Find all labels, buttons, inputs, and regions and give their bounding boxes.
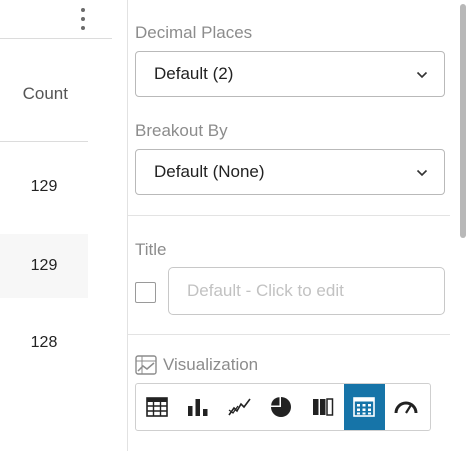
viz-stacked-bar-button[interactable]	[302, 384, 344, 430]
results-table: Count 129 129 128	[0, 0, 112, 451]
line-chart-icon	[228, 398, 251, 416]
title-checkbox[interactable]	[135, 282, 156, 303]
table-cell: 129	[30, 178, 58, 195]
viz-gauge-button[interactable]	[385, 384, 427, 430]
pie-chart-icon	[271, 397, 292, 417]
chevron-down-icon	[416, 71, 428, 79]
viz-table-button[interactable]	[136, 384, 178, 430]
table-cell: 129	[0, 234, 88, 298]
title-input[interactable]	[168, 267, 445, 315]
visualization-header: Visualization	[135, 355, 258, 375]
visualization-picker	[135, 383, 431, 431]
bar-chart-icon	[188, 399, 208, 416]
header-divider	[0, 141, 88, 142]
column-header-count[interactable]: Count	[0, 84, 88, 104]
chevron-down-icon	[416, 169, 428, 177]
decimal-places-value: Default (2)	[154, 64, 234, 83]
viz-bar-button[interactable]	[178, 384, 220, 430]
viz-pie-button[interactable]	[261, 384, 303, 430]
section-divider	[128, 215, 450, 216]
section-divider	[128, 334, 450, 335]
panel-scrollbar-thumb[interactable]	[460, 4, 466, 238]
gauge-icon	[394, 401, 418, 414]
breakout-by-label: Breakout By	[135, 121, 228, 140]
decimal-places-select[interactable]: Default (2)	[135, 51, 445, 97]
breakout-by-select[interactable]: Default (None)	[135, 149, 445, 195]
pivot-grid-icon	[353, 397, 376, 417]
stacked-bar-icon	[312, 398, 333, 416]
title-label: Title	[135, 240, 167, 259]
decimal-places-label: Decimal Places	[135, 23, 253, 42]
more-options-icon[interactable]	[78, 8, 88, 30]
viz-line-button[interactable]	[219, 384, 261, 430]
viz-grid-button[interactable]	[343, 384, 385, 430]
table-icon	[145, 397, 168, 417]
settings-panel: Decimal Places Default (2) Breakout By D…	[128, 0, 458, 451]
table-cell: 128	[30, 334, 58, 351]
visualization-label: Visualization	[163, 355, 259, 374]
chart-icon	[135, 355, 157, 375]
breakout-by-value: Default (None)	[154, 162, 265, 181]
table-top-border	[0, 38, 112, 39]
